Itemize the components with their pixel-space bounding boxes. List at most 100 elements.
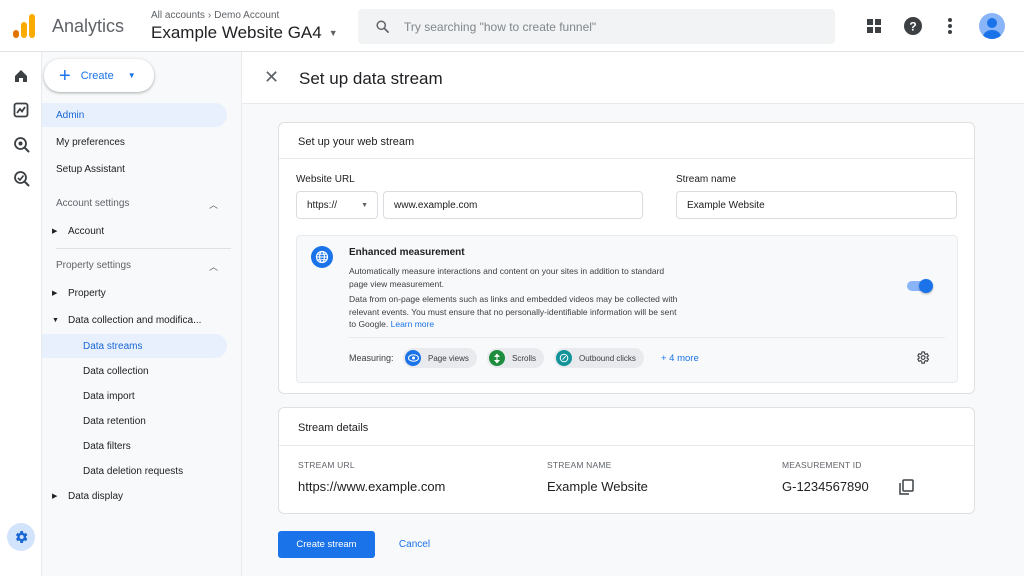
apps-grid-icon[interactable] — [862, 14, 886, 38]
nav-item-label: Setup Assistant — [56, 163, 125, 175]
stream-details-heading: Stream details — [279, 408, 974, 446]
stream-url-value: https://www.example.com — [298, 479, 446, 494]
enhanced-measurement-disclaimer: Data from on-page elements such as links… — [349, 293, 729, 331]
chip-outbound-clicks: Outbound clicks — [554, 348, 644, 368]
enhanced-measurement-title: Enhanced measurement — [349, 247, 465, 258]
left-rail — [0, 52, 42, 576]
create-stream-button[interactable]: Create stream — [278, 531, 375, 558]
stream-name-value: Example Website — [687, 199, 765, 211]
nav-item-label: Admin — [56, 109, 85, 121]
nav-item-label: Data collection — [83, 365, 149, 377]
nav-item-data-retention[interactable]: Data retention — [42, 409, 227, 433]
description-line: Automatically measure interactions and c… — [349, 266, 665, 276]
admin-gear-icon[interactable] — [7, 523, 35, 551]
nav-item-label: Data retention — [83, 415, 146, 427]
scroll-icon — [489, 350, 505, 366]
nav-item-data-collection-and-modification[interactable]: ▼ Data collection and modifica... — [42, 308, 227, 332]
breadcrumb-all-accounts[interactable]: All accounts — [151, 10, 205, 21]
home-icon[interactable] — [11, 66, 31, 86]
nav-item-admin[interactable]: Admin — [42, 103, 227, 127]
top-app-bar: Analytics All accounts › Demo Account Exam… — [0, 0, 1024, 52]
nav-item-data-import[interactable]: Data import — [42, 384, 227, 408]
property-selector[interactable]: Example Website GA4 ▼ — [151, 23, 338, 43]
chip-label: Scrolls — [512, 353, 537, 363]
nav-item-data-filters[interactable]: Data filters — [42, 434, 227, 458]
settings-gear-icon[interactable] — [915, 350, 930, 370]
property-settings-section-header[interactable]: Property settings ︿ — [56, 260, 226, 272]
analytics-logo-icon[interactable] — [13, 14, 35, 38]
breadcrumb[interactable]: All accounts › Demo Account — [151, 10, 279, 21]
web-stream-card: Set up your web stream Website URL https… — [278, 122, 975, 394]
divider — [349, 337, 945, 338]
breadcrumb-separator: › — [207, 10, 212, 21]
nav-item-label: Data import — [83, 390, 135, 402]
enhanced-measurement-toggle[interactable] — [907, 279, 933, 293]
app-name: Analytics — [52, 16, 125, 36]
nav-item-label: Account — [68, 225, 105, 237]
nav-item-data-streams[interactable]: Data streams — [42, 334, 227, 358]
nav-item-label: Property — [68, 287, 106, 299]
website-url-input[interactable]: www.example.com — [383, 191, 643, 219]
close-icon[interactable]: ✕ — [264, 68, 279, 86]
expand-arrow-icon: ▶ — [52, 290, 58, 297]
svg-text:?: ? — [909, 20, 916, 34]
stream-name-label: Stream name — [676, 174, 737, 185]
nav-item-label: Data collection and modifica... — [68, 314, 202, 326]
help-icon[interactable]: ? — [901, 14, 925, 38]
section-label: Property settings — [56, 260, 132, 271]
learn-more-link[interactable]: Learn more — [391, 319, 434, 329]
section-label: Account settings — [56, 198, 130, 209]
search-bar[interactable] — [358, 9, 835, 44]
advertising-icon[interactable] — [11, 168, 31, 188]
enhanced-measurement-panel: Enhanced measurement Automatically measu… — [296, 235, 958, 383]
page-title: Set up data stream — [299, 69, 443, 88]
account-settings-section-header[interactable]: Account settings ︿ — [56, 198, 226, 210]
nav-item-my-preferences[interactable]: My preferences — [42, 130, 227, 154]
chevron-up-icon: ︿ — [208, 200, 218, 210]
globe-icon — [311, 246, 333, 268]
chip-page-views: Page views — [403, 348, 477, 368]
disclaimer-line: Data from on-page elements such as links… — [349, 294, 678, 304]
chip-scrolls: Scrolls — [487, 348, 545, 368]
nav-item-data-display[interactable]: ▶ Data display — [42, 484, 227, 508]
nav-item-property[interactable]: ▶ Property — [42, 281, 227, 305]
breadcrumb-account[interactable]: Demo Account — [214, 10, 279, 21]
account-avatar[interactable] — [979, 13, 1005, 39]
caret-down-icon: ▼ — [328, 28, 338, 38]
measuring-label: Measuring: — [349, 353, 394, 363]
expand-arrow-icon: ▶ — [52, 228, 58, 235]
measurement-id-value: G-1234567890 — [782, 479, 869, 494]
nav-item-label: My preferences — [56, 136, 125, 148]
caret-down-icon: ▼ — [361, 201, 368, 209]
stream-name-value: Example Website — [547, 479, 648, 494]
protocol-value: https:// — [307, 199, 338, 211]
reports-icon[interactable] — [11, 100, 31, 120]
plus-icon: + — [59, 64, 71, 87]
nav-item-data-collection[interactable]: Data collection — [42, 359, 227, 383]
nav-item-label: Data filters — [83, 440, 131, 452]
cancel-button[interactable]: Cancel — [387, 531, 442, 558]
search-icon — [376, 20, 389, 33]
search-input[interactable] — [404, 18, 804, 36]
nav-item-data-deletion-requests[interactable]: Data deletion requests — [42, 459, 227, 483]
explore-icon[interactable] — [11, 134, 31, 154]
chip-label: Outbound clicks — [579, 353, 636, 363]
website-url-value: www.example.com — [394, 199, 478, 211]
more-measurements-link[interactable]: + 4 more — [661, 353, 699, 364]
property-title: Example Website GA4 — [151, 23, 322, 42]
divider — [56, 248, 231, 249]
collapse-arrow-icon: ▼ — [52, 316, 59, 324]
nav-item-setup-assistant[interactable]: Setup Assistant — [42, 157, 227, 181]
copy-icon[interactable] — [899, 479, 914, 500]
main-content: ✕ Set up data stream Set up your web str… — [242, 52, 1024, 576]
protocol-select[interactable]: https:// ▼ — [296, 191, 378, 219]
stream-name-input[interactable]: Example Website — [676, 191, 957, 219]
nav-item-account[interactable]: ▶ Account — [42, 219, 227, 243]
create-button[interactable]: + Create ▼ — [44, 59, 154, 92]
stream-details-card: Stream details STREAM URL https://www.ex… — [278, 407, 975, 514]
stream-url-header: STREAM URL — [298, 460, 355, 470]
admin-nav-panel: + Create ▼ Admin My preferences Setup As… — [42, 52, 242, 576]
disclaimer-line: relevant events. You must ensure that no… — [349, 306, 677, 317]
more-vert-icon[interactable] — [938, 14, 962, 38]
website-url-label: Website URL — [296, 174, 355, 185]
